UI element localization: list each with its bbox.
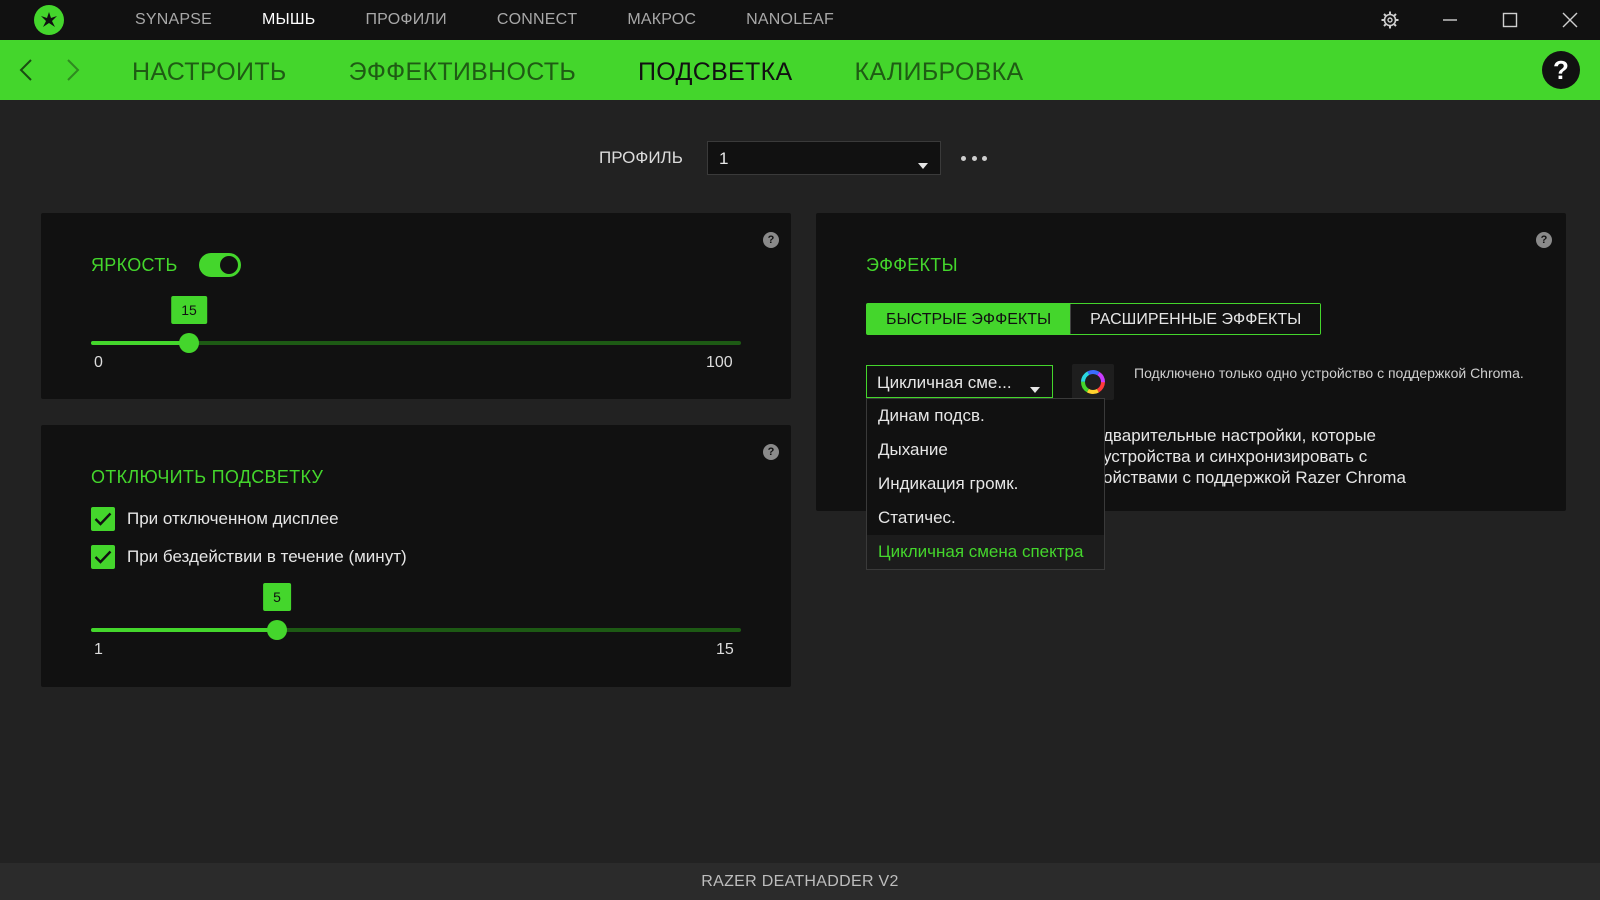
idle-minutes-slider[interactable] xyxy=(91,620,741,640)
sub-nav: НАСТРОИТЬ ЭФФЕКТИВНОСТЬ ПОДСВЕТКА КАЛИБР… xyxy=(132,40,1086,100)
check-icon xyxy=(94,512,112,526)
tab-customize[interactable]: НАСТРОИТЬ xyxy=(132,40,287,100)
tab-lighting[interactable]: ПОДСВЕТКА xyxy=(638,40,792,100)
help-icon[interactable]: ? xyxy=(1536,232,1552,248)
slider-min-label: 0 xyxy=(94,354,103,371)
slider-max-label: 15 xyxy=(716,641,734,658)
help-icon[interactable]: ? xyxy=(763,444,779,460)
help-button[interactable]: ? xyxy=(1542,51,1580,89)
brightness-panel: ЯРКОСТЬ ? 15 0 100 xyxy=(41,213,791,399)
effect-option-spectrum-cycling[interactable]: Цикличная смена спектра xyxy=(867,535,1104,569)
topnav-macro[interactable]: МАКРОС xyxy=(602,0,721,40)
top-nav: SYNAPSE МЫШЬ ПРОФИЛИ CONNECT МАКРОС NANO… xyxy=(110,0,859,40)
device-name: RAZER DEATHADDER V2 xyxy=(701,873,899,890)
profile-value: 1 xyxy=(719,149,729,168)
check-icon xyxy=(94,550,112,564)
topnav-nanoleaf[interactable]: NANOLEAF xyxy=(721,0,859,40)
topnav-synapse[interactable]: SYNAPSE xyxy=(110,0,237,40)
effect-option-static[interactable]: Статичес. xyxy=(867,501,1104,535)
slider-thumb[interactable] xyxy=(267,620,287,640)
chroma-button[interactable] xyxy=(1072,364,1114,400)
effect-option-audio-meter[interactable]: Индикация громк. xyxy=(867,467,1104,501)
section-nav-bar: НАСТРОИТЬ ЭФФЕКТИВНОСТЬ ПОДСВЕТКА КАЛИБР… xyxy=(0,40,1600,100)
brightness-slider[interactable] xyxy=(91,333,741,353)
checkbox-idle-row[interactable]: При бездействии в течение (минут) xyxy=(91,545,407,569)
checkbox-display-off[interactable] xyxy=(91,507,115,531)
effect-select[interactable]: Цикличная сме... xyxy=(866,365,1053,398)
chevron-down-icon xyxy=(1030,380,1040,398)
idle-value-badge: 5 xyxy=(263,583,291,611)
checkbox-idle[interactable] xyxy=(91,545,115,569)
tab-calibration[interactable]: КАЛИБРОВКА xyxy=(854,40,1023,100)
chroma-wheel-icon xyxy=(1081,370,1105,394)
checkbox-display-off-row[interactable]: При отключенном дисплее xyxy=(91,507,339,531)
razer-logo-icon[interactable] xyxy=(34,5,64,35)
slider-thumb[interactable] xyxy=(179,333,199,353)
profile-label: ПРОФИЛЬ xyxy=(599,148,683,167)
disable-lighting-panel: ОТКЛЮЧИТЬ ПОДСВЕТКУ ? При отключенном ди… xyxy=(41,425,791,687)
brightness-title: ЯРКОСТЬ xyxy=(91,255,178,275)
effect-dropdown-menu: Динам подсв. Дыхание Индикация громк. Ст… xyxy=(866,398,1105,570)
topnav-profiles[interactable]: ПРОФИЛИ xyxy=(340,0,471,40)
slider-max-label: 100 xyxy=(706,354,733,371)
tab-advanced-effects[interactable]: РАСШИРЕННЫЕ ЭФФЕКТЫ xyxy=(1070,304,1321,334)
title-bar: SYNAPSE МЫШЬ ПРОФИЛИ CONNECT МАКРОС NANO… xyxy=(0,0,1600,40)
checkbox-display-off-label: При отключенном дисплее xyxy=(127,509,339,528)
forward-arrow-icon[interactable] xyxy=(53,40,93,100)
slider-fill xyxy=(91,628,277,632)
tab-performance[interactable]: ЭФФЕКТИВНОСТЬ xyxy=(349,40,576,100)
effect-select-value: Цикличная сме... xyxy=(877,373,1012,392)
brightness-value-badge: 15 xyxy=(171,296,207,324)
chroma-note: Подключено только одно устройство с подд… xyxy=(1134,365,1524,381)
checkbox-idle-label: При бездействии в течение (минут) xyxy=(127,547,407,566)
help-icon[interactable]: ? xyxy=(763,232,779,248)
topnav-connect[interactable]: CONNECT xyxy=(472,0,603,40)
effect-option-breathing[interactable]: Дыхание xyxy=(867,433,1104,467)
back-arrow-icon[interactable] xyxy=(6,40,46,100)
effects-title: ЭФФЕКТЫ xyxy=(866,255,958,275)
gear-icon[interactable] xyxy=(1360,0,1420,40)
profile-select[interactable]: 1 xyxy=(707,141,941,175)
close-icon[interactable] xyxy=(1540,0,1600,40)
disable-lighting-title: ОТКЛЮЧИТЬ ПОДСВЕТКУ xyxy=(91,467,324,487)
effect-option-reactive[interactable]: Динам подсв. xyxy=(867,399,1104,433)
more-options-icon[interactable] xyxy=(961,150,987,166)
help-icon: ? xyxy=(1553,54,1569,85)
chevron-down-icon xyxy=(918,156,928,174)
device-footer: RAZER DEATHADDER V2 xyxy=(0,863,1600,900)
slider-min-label: 1 xyxy=(94,641,103,658)
minimize-icon[interactable] xyxy=(1420,0,1480,40)
window-controls xyxy=(1360,0,1600,40)
tab-quick-effects[interactable]: БЫСТРЫЕ ЭФФЕКТЫ xyxy=(867,304,1071,334)
effects-tabs: БЫСТРЫЕ ЭФФЕКТЫ РАСШИРЕННЫЕ ЭФФЕКТЫ xyxy=(866,303,1322,335)
maximize-icon[interactable] xyxy=(1480,0,1540,40)
brightness-toggle[interactable] xyxy=(199,253,241,277)
topnav-mouse[interactable]: МЫШЬ xyxy=(237,0,340,40)
slider-fill xyxy=(91,341,189,345)
